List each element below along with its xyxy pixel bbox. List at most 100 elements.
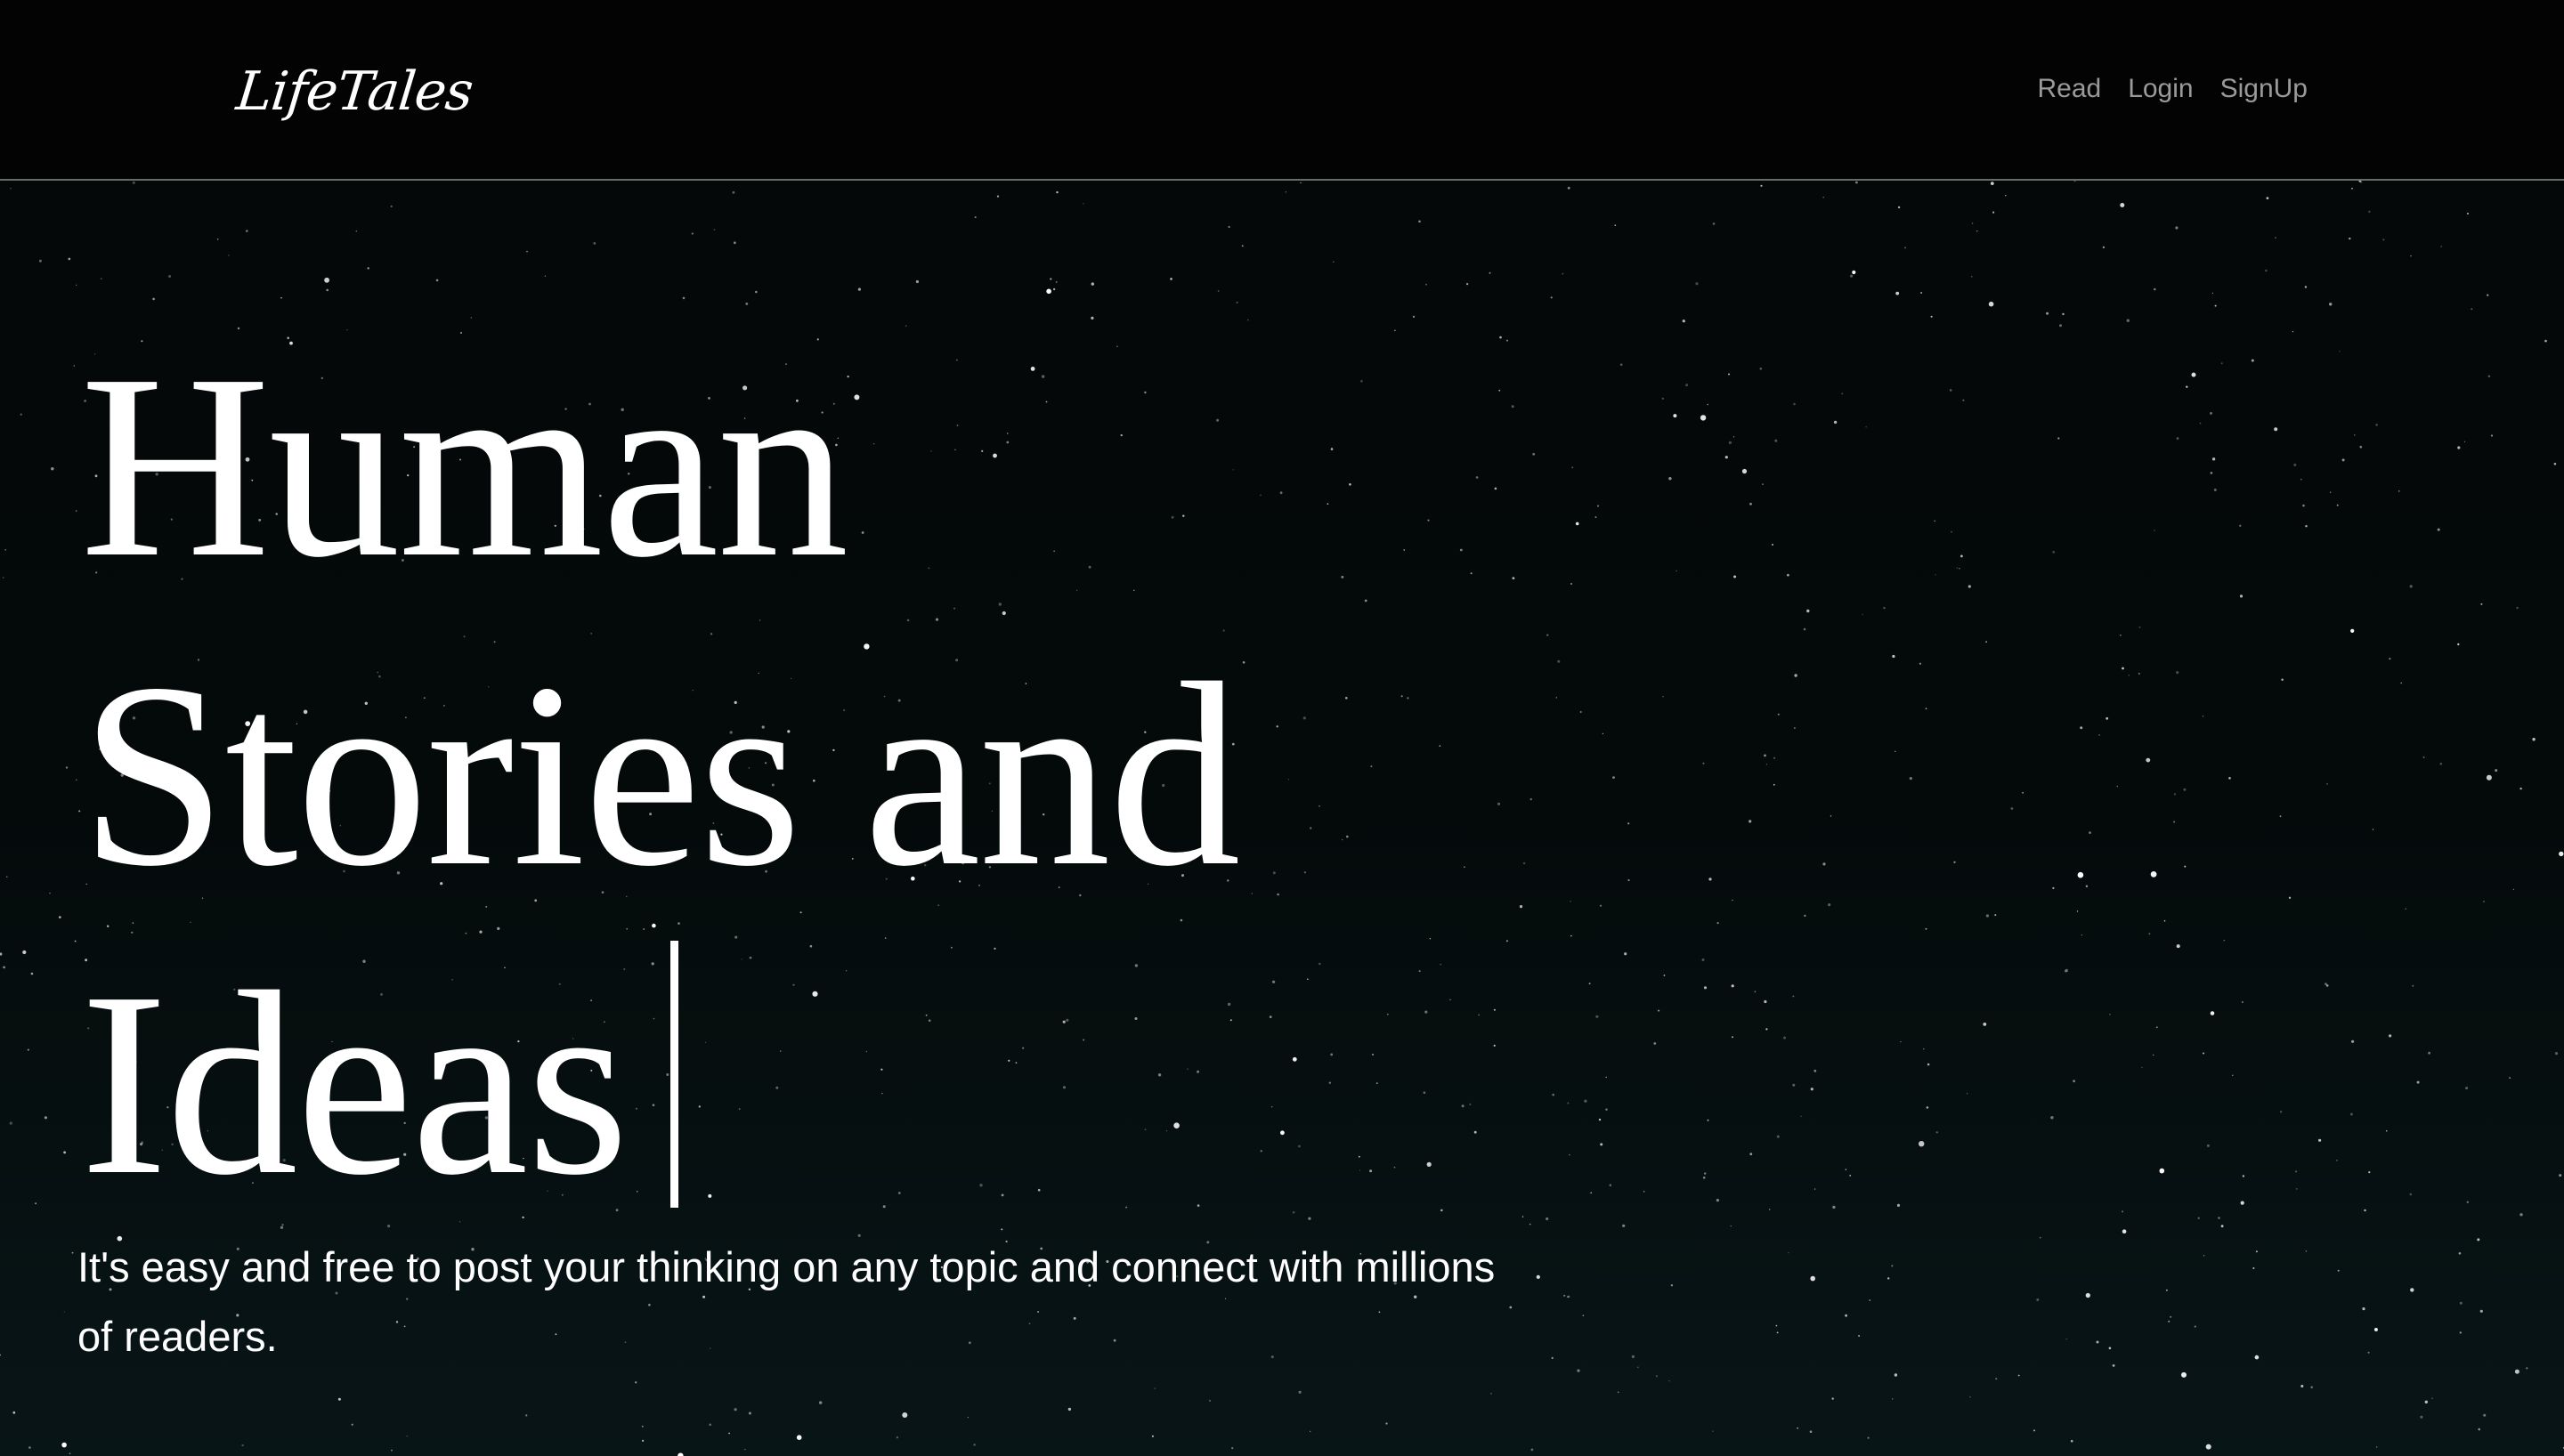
star bbox=[2050, 1116, 2054, 1120]
star bbox=[1506, 339, 1508, 342]
star bbox=[713, 229, 716, 231]
star bbox=[2400, 682, 2402, 684]
star bbox=[2479, 1309, 2483, 1313]
star bbox=[1883, 607, 1886, 610]
nav-link-login[interactable]: Login bbox=[2128, 68, 2193, 110]
star bbox=[2010, 807, 2014, 810]
star bbox=[1658, 1009, 1660, 1012]
star bbox=[2487, 294, 2489, 296]
star bbox=[2516, 606, 2519, 610]
star bbox=[734, 1408, 737, 1412]
star bbox=[1768, 1209, 1771, 1210]
star bbox=[2410, 1288, 2414, 1292]
star bbox=[2351, 187, 2353, 190]
star bbox=[733, 241, 736, 245]
star bbox=[2165, 1289, 2168, 1291]
star bbox=[902, 1412, 908, 1418]
star bbox=[1280, 1130, 1285, 1136]
star bbox=[1631, 1355, 1635, 1358]
star bbox=[1594, 516, 1597, 518]
star bbox=[1440, 1209, 1443, 1212]
star bbox=[1546, 634, 1549, 636]
star bbox=[2519, 1213, 2523, 1217]
star bbox=[2122, 1229, 2127, 1234]
star bbox=[1792, 1083, 1796, 1087]
star bbox=[2211, 457, 2216, 461]
star bbox=[132, 181, 135, 184]
star bbox=[1923, 1048, 1925, 1050]
star bbox=[100, 278, 102, 279]
star bbox=[1346, 835, 1349, 838]
star bbox=[27, 1048, 29, 1051]
star bbox=[1151, 1435, 1154, 1437]
star bbox=[1575, 522, 1579, 526]
star bbox=[744, 1448, 746, 1451]
star bbox=[1776, 1135, 1780, 1138]
star bbox=[1619, 363, 1623, 366]
star bbox=[1994, 914, 1997, 917]
star bbox=[1724, 456, 1728, 459]
star bbox=[2532, 738, 2536, 741]
star bbox=[1567, 1102, 1570, 1104]
star bbox=[1393, 1166, 1396, 1169]
star bbox=[2318, 1138, 2322, 1142]
star bbox=[1555, 697, 1557, 699]
star bbox=[1475, 476, 1479, 479]
star bbox=[2398, 490, 2400, 492]
star bbox=[2197, 1217, 2200, 1219]
star bbox=[1605, 1076, 1607, 1079]
star bbox=[1990, 182, 1994, 185]
star bbox=[1985, 914, 1989, 918]
star bbox=[28, 1446, 31, 1449]
top-navbar: LifeTales Read Login SignUp bbox=[0, 0, 2564, 181]
star bbox=[2128, 674, 2130, 676]
star bbox=[1896, 1203, 1901, 1207]
star bbox=[2239, 595, 2244, 598]
star bbox=[2519, 787, 2522, 790]
star bbox=[1276, 725, 1278, 728]
star bbox=[1217, 290, 1220, 292]
star bbox=[1242, 661, 1245, 664]
star bbox=[2389, 1034, 2392, 1038]
star bbox=[1754, 991, 1757, 993]
star bbox=[2490, 434, 2494, 437]
star bbox=[2440, 246, 2442, 247]
star bbox=[2526, 1367, 2528, 1370]
star bbox=[2293, 463, 2297, 466]
star bbox=[1302, 716, 1306, 720]
star bbox=[1327, 503, 1329, 506]
star bbox=[2458, 1252, 2462, 1255]
star bbox=[1855, 181, 1858, 184]
star bbox=[1904, 247, 1907, 249]
star bbox=[1277, 893, 1279, 896]
star bbox=[635, 1381, 637, 1384]
brand-logo[interactable]: LifeTales bbox=[232, 52, 476, 132]
star bbox=[2141, 1066, 2143, 1069]
star bbox=[1287, 779, 1290, 781]
star bbox=[2109, 1013, 2111, 1015]
star bbox=[682, 296, 686, 300]
star bbox=[1668, 477, 1672, 481]
star bbox=[1891, 1265, 1894, 1267]
star bbox=[390, 205, 393, 207]
nav-link-signup[interactable]: SignUp bbox=[2220, 68, 2308, 110]
star bbox=[2304, 286, 2308, 288]
star bbox=[2279, 1111, 2283, 1113]
star bbox=[1930, 315, 1933, 318]
nav-links: Read Login SignUp bbox=[2037, 68, 2308, 110]
star bbox=[2559, 1174, 2562, 1177]
star bbox=[2214, 304, 2217, 307]
nav-link-read[interactable]: Read bbox=[2037, 68, 2101, 110]
star bbox=[2046, 311, 2049, 315]
star bbox=[2080, 726, 2083, 730]
star bbox=[2184, 865, 2187, 868]
star bbox=[2554, 1052, 2559, 1056]
hero-subtitle: It's easy and free to post your thinking… bbox=[77, 1243, 1496, 1360]
star bbox=[1956, 567, 1958, 569]
star bbox=[2073, 1080, 2076, 1083]
star bbox=[1349, 483, 1351, 486]
star bbox=[2112, 1364, 2115, 1367]
star bbox=[967, 1416, 970, 1419]
star bbox=[1760, 184, 1763, 187]
star bbox=[2052, 551, 2055, 554]
